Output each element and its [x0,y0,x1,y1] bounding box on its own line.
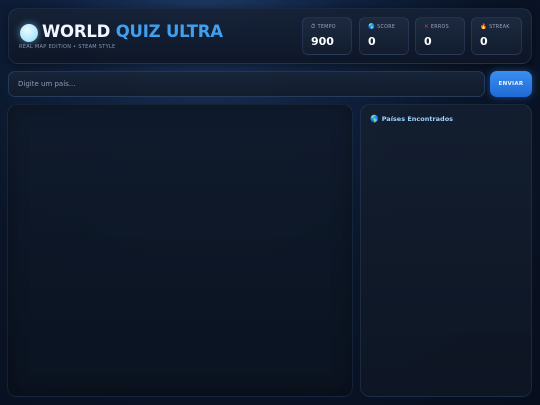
fire-icon: 🔥 [480,24,488,30]
cross-icon: ✕ [424,24,429,30]
stat-erros: ✕ ERROS 0 [415,17,465,55]
stat-value-tempo: 900 [311,35,334,48]
stat-tempo: ⏱ TEMPO 900 [302,17,352,55]
found-countries-title: 🌎 Países Encontrados [370,115,453,123]
country-input[interactable] [8,71,485,97]
stat-streak: 🔥 STREAK 0 [471,17,522,55]
stat-value-erros: 0 [424,35,432,48]
found-countries-panel: 🌎 Países Encontrados [360,104,532,397]
stat-value-score: 0 [368,35,376,48]
globe-dot-icon [20,24,38,42]
stat-label: STREAK [489,25,510,31]
game-subtitle: REAL MAP EDITION • STEAM STYLE [19,44,116,50]
stat-score: 🌎 SCORE 0 [359,17,409,55]
game-title: WORLD QUIZ ULTRA [42,22,223,41]
found-countries-label: Países Encontrados [381,115,454,123]
stat-value-streak: 0 [480,35,488,48]
game-header: WORLD QUIZ ULTRA REAL MAP EDITION • STEA… [8,8,532,64]
stat-label: ERROS [430,25,449,31]
world-map-area[interactable] [7,104,353,397]
stat-label: TEMPO [317,25,336,31]
globe-icon: 🌎 [368,24,376,30]
submit-button[interactable]: ENVIAR [490,71,532,97]
globe-icon: 🌎 [370,115,379,123]
guess-bar: ENVIAR [8,71,532,97]
timer-icon: ⏱ [311,24,316,30]
stat-label: SCORE [377,25,396,31]
